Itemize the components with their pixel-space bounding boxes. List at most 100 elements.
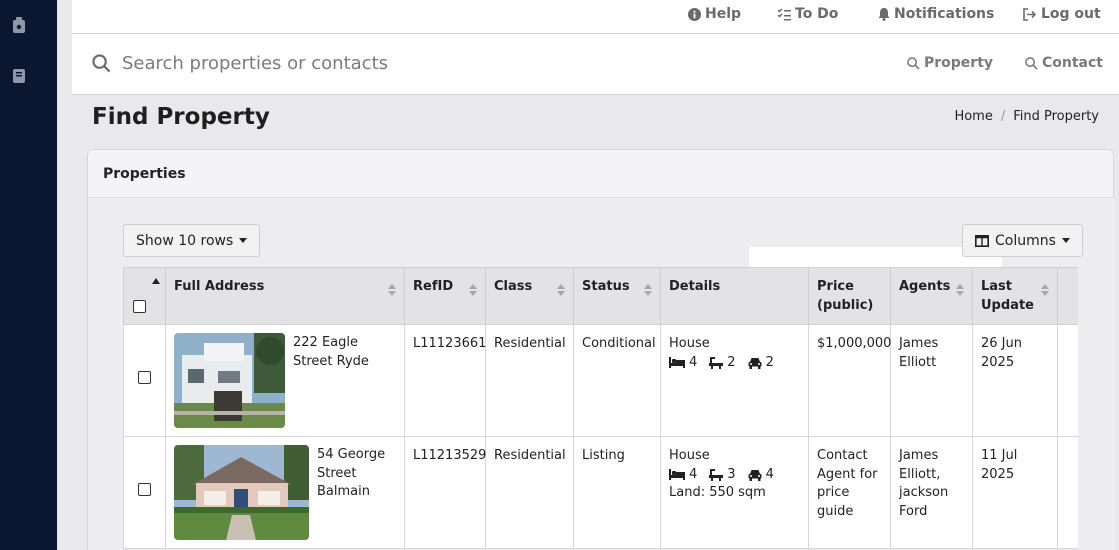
beds-count: 4 <box>689 354 698 370</box>
row-checkbox[interactable] <box>138 370 151 384</box>
breadcrumb-home[interactable]: Home <box>954 109 992 124</box>
header-label: Status <box>582 279 630 294</box>
top-nav: Help To Do Notifications Log out <box>72 0 1119 34</box>
sort-icon <box>956 284 964 296</box>
properties-table: Full Address RefID Class Status Details … <box>123 267 1078 550</box>
price-cell: $1,000,000 <box>808 324 891 437</box>
baths-count: 2 <box>727 354 736 370</box>
header-label: Agents <box>899 279 951 294</box>
breadcrumb-separator: / <box>1000 109 1006 124</box>
last-update-cell: 26 Jun 2025 <box>972 324 1058 437</box>
header-label: Last Update <box>981 279 1034 313</box>
bed-icon <box>669 357 685 369</box>
header-price[interactable]: Price (public) <box>808 267 891 325</box>
logout-icon <box>1023 7 1037 21</box>
property-photo[interactable] <box>174 445 309 540</box>
header-last-update[interactable]: Last Update <box>972 267 1058 325</box>
header-agents[interactable]: Agents <box>890 267 973 325</box>
todo-label: To Do <box>795 6 839 22</box>
logout-label: Log out <box>1041 6 1101 22</box>
notifications-link[interactable]: Notifications <box>878 6 994 22</box>
sidebar <box>0 0 57 550</box>
details-cell: House 4 2 2 <box>660 324 809 437</box>
agents-cell[interactable]: James Elliott, jackson Ford <box>890 436 973 549</box>
table-row[interactable]: 54 George Street Balmain L11213529 Resid… <box>123 436 1078 549</box>
overflow-cell <box>1057 324 1078 437</box>
refid-cell: L11123661 <box>404 324 486 437</box>
property-type: House <box>669 336 710 351</box>
bed-icon <box>669 469 685 481</box>
sort-icon <box>557 284 565 296</box>
checklist-icon <box>777 7 791 20</box>
address-cell: 54 George Street Balmain <box>165 436 405 549</box>
show-rows-label: Show 10 rows <box>136 232 234 249</box>
sort-icon <box>469 284 477 296</box>
header-class[interactable]: Class <box>485 267 574 325</box>
agents-cell[interactable]: James Elliott <box>890 324 973 437</box>
cars-count: 4 <box>765 466 774 482</box>
row-checkbox[interactable] <box>138 482 151 496</box>
select-all-checkbox[interactable] <box>133 300 146 313</box>
overflow-cell <box>1057 436 1078 549</box>
properties-card: Properties Show 10 rows Columns <box>87 149 1115 550</box>
bell-icon <box>878 8 890 21</box>
bath-icon <box>709 468 724 481</box>
caret-down-icon <box>1061 238 1070 243</box>
details-cell: House 4 3 4 Land: 550 sqm <box>660 436 809 549</box>
breadcrumb-current: Find Property <box>1013 109 1099 124</box>
features: 4 3 4 <box>669 466 800 485</box>
header-details[interactable]: Details <box>660 267 809 325</box>
status-cell: Listing <box>573 436 661 549</box>
property-photo[interactable] <box>174 333 285 428</box>
class-cell: Residential <box>485 436 574 549</box>
last-update-cell: 11 Jul 2025 <box>972 436 1058 549</box>
help-label: Help <box>705 6 742 22</box>
land-size: Land: 550 sqm <box>669 485 766 500</box>
features: 4 2 2 <box>669 354 800 373</box>
global-search-input[interactable]: Search properties or contacts <box>122 53 388 74</box>
bath-icon <box>709 356 724 369</box>
beds-count: 4 <box>689 466 698 482</box>
header-label: RefID <box>413 279 454 294</box>
header-label: Price (public) <box>817 279 874 313</box>
columns-icon <box>975 234 989 247</box>
search-property-link[interactable]: Property <box>907 55 993 71</box>
header-refid[interactable]: RefID <box>404 267 486 325</box>
select-all-header <box>123 267 166 325</box>
search-property-label: Property <box>924 55 994 71</box>
columns-dropdown[interactable]: Columns <box>962 224 1083 257</box>
class-cell: Residential <box>485 324 574 437</box>
sort-icon <box>388 284 396 296</box>
global-search-bar: Search properties or contacts Property C… <box>72 34 1119 95</box>
main-area: Help To Do Notifications Log out Search … <box>57 0 1119 550</box>
cars-count: 2 <box>765 354 774 370</box>
header-label: Details <box>669 279 721 294</box>
header-full-address[interactable]: Full Address <box>165 267 405 325</box>
search-contact-link[interactable]: Contact <box>1025 55 1103 71</box>
book-icon[interactable] <box>11 67 27 85</box>
breadcrumb: Home / Find Property <box>954 109 1099 124</box>
card-title: Properties <box>88 150 1113 198</box>
caret-down-icon <box>239 238 248 243</box>
address-text[interactable]: 222 Eagle Street Ryde <box>293 333 396 428</box>
logout-link[interactable]: Log out <box>1022 6 1101 22</box>
sort-asc-icon[interactable] <box>152 278 160 284</box>
header-status[interactable]: Status <box>573 267 661 325</box>
columns-label: Columns <box>995 232 1056 249</box>
table-header-row: Full Address RefID Class Status Details … <box>123 267 1078 325</box>
notifications-label: Notifications <box>894 6 995 22</box>
search-icon <box>907 56 920 70</box>
help-link[interactable]: Help <box>688 6 741 22</box>
search-icon <box>92 54 111 73</box>
clipboard-icon[interactable] <box>11 16 27 34</box>
price-cell: Contact Agent for price guide <box>808 436 891 549</box>
table-row[interactable]: 222 Eagle Street Ryde L11123661 Resident… <box>123 324 1078 437</box>
refid-cell: L11213529 <box>404 436 486 549</box>
sort-icon <box>644 284 652 296</box>
show-rows-dropdown[interactable]: Show 10 rows <box>123 224 261 257</box>
property-type: House <box>669 448 710 463</box>
car-icon <box>748 357 762 369</box>
todo-link[interactable]: To Do <box>777 6 838 22</box>
baths-count: 3 <box>727 466 736 482</box>
address-text[interactable]: 54 George Street Balmain <box>317 445 396 540</box>
